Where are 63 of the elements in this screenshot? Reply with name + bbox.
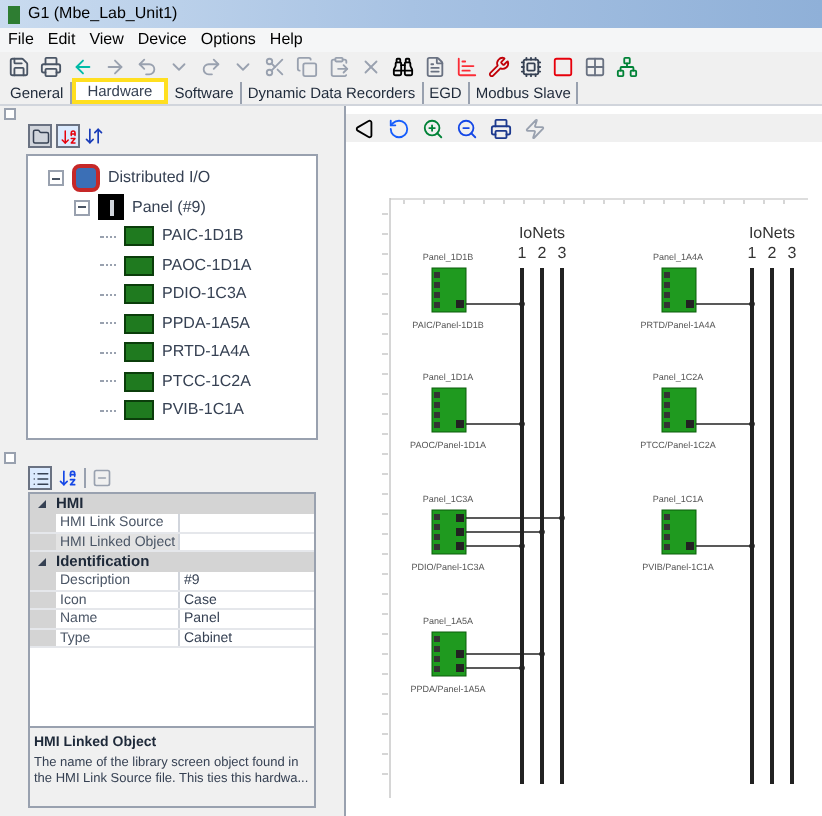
module-icon: [124, 400, 154, 421]
device-block[interactable]: [431, 631, 467, 677]
net-number: 3: [557, 244, 567, 262]
tree-item[interactable]: PDIO-1C3A: [162, 282, 247, 307]
module-icon: [124, 284, 154, 305]
sort-icon[interactable]: [84, 126, 104, 146]
tree-item[interactable]: PRTD-1A4A: [162, 340, 250, 365]
app-icon: [8, 5, 20, 23]
collapse-icon[interactable]: [48, 170, 64, 187]
row-gutter: [30, 610, 56, 627]
tree-item[interactable]: Panel (#9): [132, 195, 206, 220]
module-icon: [124, 255, 154, 276]
menu-item[interactable]: File: [8, 28, 34, 52]
cabinet-icon: [98, 194, 124, 221]
grid-icon[interactable]: [584, 55, 606, 77]
tree-item[interactable]: PTCC-1C2A: [162, 369, 251, 394]
chip-icon[interactable]: [520, 55, 542, 77]
alphabetical-icon[interactable]: [58, 468, 78, 488]
chart-icon[interactable]: [456, 55, 478, 77]
wrench-icon[interactable]: [488, 55, 510, 77]
module-icon: [124, 342, 154, 363]
zoom-in-icon[interactable]: [422, 117, 444, 139]
device-block[interactable]: [661, 387, 697, 433]
net-number: 3: [787, 244, 797, 262]
tree-item[interactable]: PVIB-1C1A: [162, 398, 244, 423]
binoculars-icon[interactable]: [392, 55, 414, 77]
printer-icon[interactable]: [490, 117, 512, 139]
folder-view-button[interactable]: [28, 124, 52, 148]
io-network-icon: [72, 164, 100, 193]
menu-item[interactable]: Edit: [47, 28, 76, 52]
tree-item[interactable]: Distributed I/O: [108, 166, 211, 191]
ionets-label: IoNets: [748, 224, 796, 242]
document-icon[interactable]: [424, 55, 446, 77]
menu-item[interactable]: View: [89, 28, 124, 52]
save-icon[interactable]: [8, 55, 30, 77]
sort-button[interactable]: [56, 124, 80, 148]
ionets-label: IoNets: [518, 224, 566, 242]
page-icon[interactable]: [552, 55, 574, 77]
categorized-button[interactable]: [28, 466, 52, 490]
network-icon[interactable]: [616, 55, 638, 77]
net-number: 2: [537, 244, 547, 262]
device-block[interactable]: [661, 509, 697, 555]
device-block[interactable]: [431, 267, 467, 313]
printer-icon[interactable]: [40, 55, 62, 77]
menu-item[interactable]: Help: [269, 28, 303, 52]
net-number: 1: [517, 244, 527, 262]
window-title: G1 (Mbe_Lab_Unit1): [28, 2, 178, 26]
menu-item[interactable]: Options: [200, 28, 256, 52]
net-number: 2: [767, 244, 777, 262]
net-number: 1: [747, 244, 757, 262]
tree-item[interactable]: PAIC-1D1B: [162, 224, 244, 249]
menu-item[interactable]: Device: [137, 28, 187, 52]
zoom-out-icon[interactable]: [456, 117, 478, 139]
refresh-icon[interactable]: [388, 117, 410, 139]
device-block[interactable]: [661, 267, 697, 313]
tree-item[interactable]: PPDA-1A5A: [162, 311, 251, 336]
module-icon: [124, 313, 154, 334]
collapse-icon[interactable]: [74, 199, 90, 216]
collapse-panel-icon[interactable]: [354, 117, 376, 139]
module-icon: [124, 226, 154, 247]
tree-item[interactable]: PAOC-1D1A: [162, 253, 252, 278]
module-icon: [124, 371, 154, 392]
device-block[interactable]: [431, 387, 467, 433]
